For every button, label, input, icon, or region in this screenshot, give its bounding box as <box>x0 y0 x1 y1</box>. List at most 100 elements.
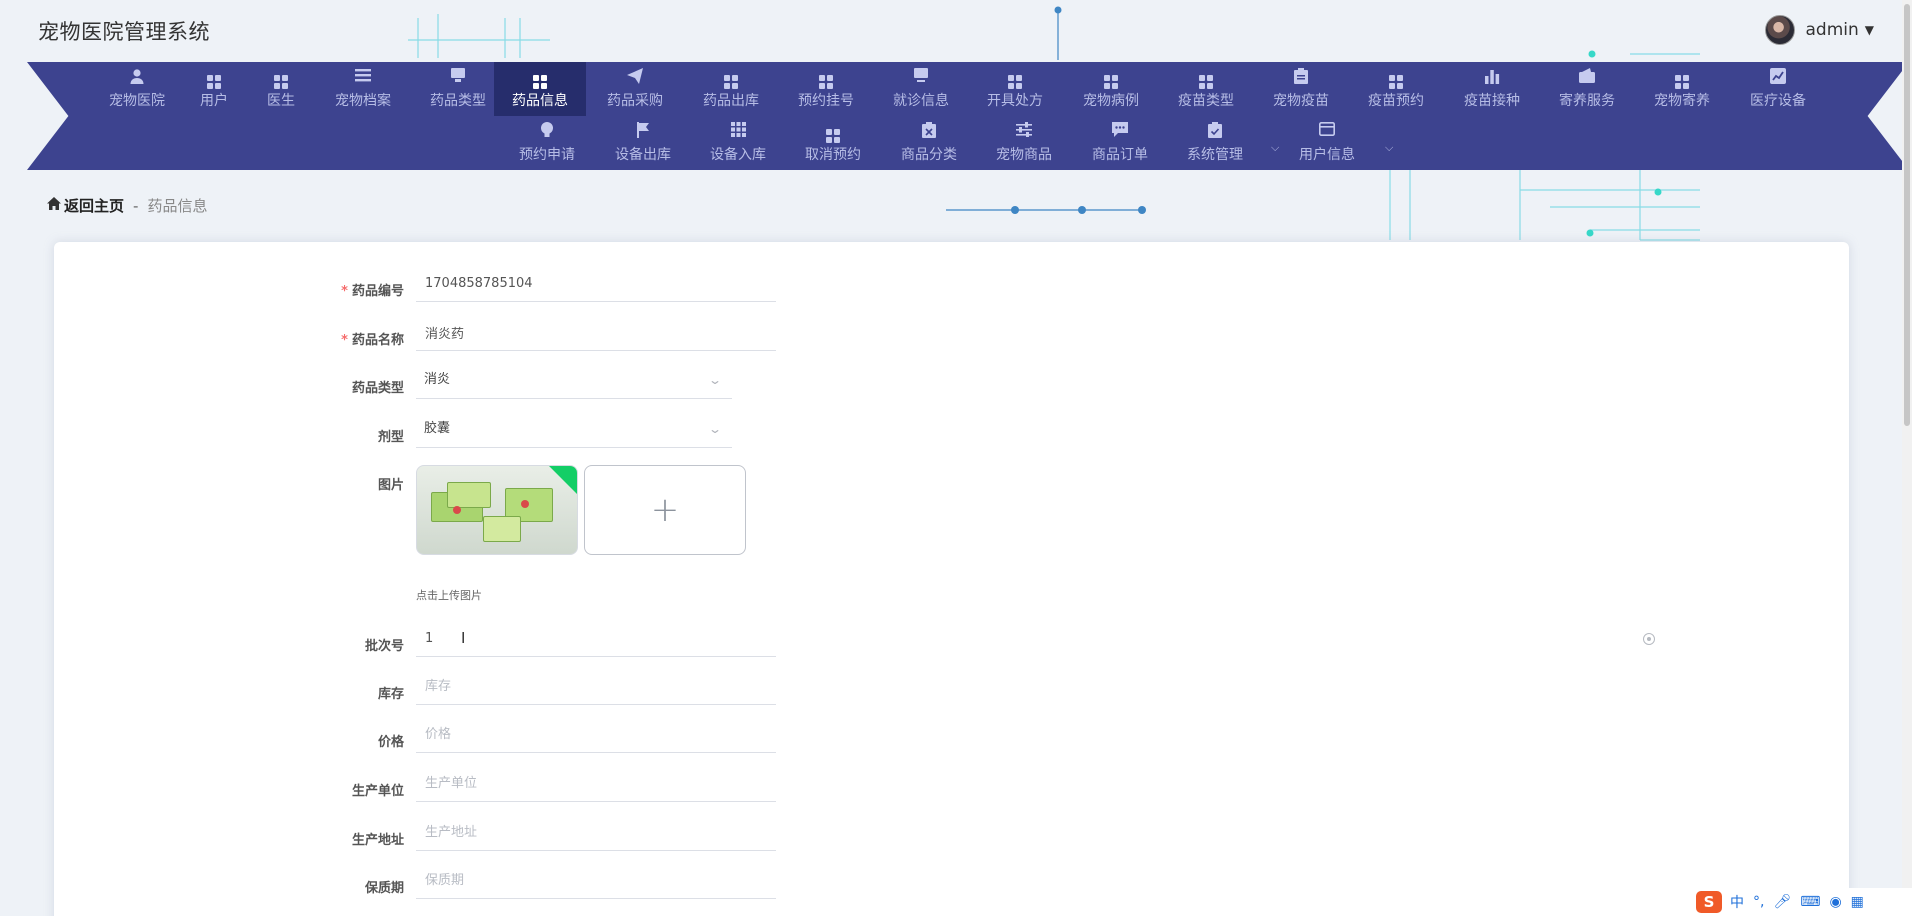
maker-input[interactable] <box>416 766 776 802</box>
address-input[interactable] <box>416 815 776 851</box>
nav-item-pet-vaccines[interactable]: 宠物疫苗 <box>1255 62 1347 116</box>
chevron-down-icon[interactable]: ⌵ <box>1271 141 1279 155</box>
nav-item-doctors[interactable]: 医生 <box>255 62 307 116</box>
sogou-logo-icon[interactable]: S <box>1696 891 1722 913</box>
grid-icon <box>724 68 738 89</box>
package-dot <box>521 500 529 508</box>
drug-type-select[interactable]: 消炎 ⌄ <box>416 363 732 399</box>
chevron-down-icon: ⌄ <box>707 373 723 387</box>
grid-icon <box>1199 68 1213 89</box>
app-title: 宠物医院管理系统 <box>38 20 210 44</box>
nav-item-vaccine-types[interactable]: 疫苗类型 <box>1160 62 1252 116</box>
type-label: 药品类型 <box>351 381 404 396</box>
nav-item-boarding-service[interactable]: 寄养服务 <box>1541 62 1633 116</box>
nav-item-equipment-inbound[interactable]: 设备入库 <box>692 116 784 170</box>
clear-icon[interactable] <box>1643 633 1655 645</box>
uploaded-image-thumbnail[interactable] <box>416 465 578 555</box>
microphone-icon[interactable]: 🎤︎ <box>1773 894 1791 910</box>
grid-icon <box>1389 68 1403 89</box>
nav-item-product-orders[interactable]: 商品订单 <box>1074 116 1166 170</box>
nav-item-visit-info[interactable]: 就诊信息 <box>875 62 967 116</box>
drug-name-input[interactable] <box>416 315 776 351</box>
nav-item-product-category[interactable]: 商品分类 <box>883 116 975 170</box>
nav-row-2: 预约申请 设备出库 设备入库 取消预约 商品分类 宠物商品 商品订单 系统管理 … <box>27 116 1909 170</box>
clipboard-icon <box>1294 68 1308 86</box>
nav-item-user-info[interactable]: 用户信息 <box>1281 116 1373 170</box>
nav-row-1: 宠物医院 用户 医生 宠物档案 药品类型 药品信息 药品采购 药品出库 预约挂号… <box>27 62 1909 116</box>
grid-icon <box>533 68 547 89</box>
breadcrumb-separator: - <box>133 196 139 215</box>
chevron-down-icon: ⌄ <box>707 422 723 436</box>
nav-item-cancel-appointment[interactable]: 取消预约 <box>787 116 879 170</box>
grid-icon <box>1008 68 1022 89</box>
send-icon <box>627 68 643 86</box>
home-icon[interactable] <box>47 197 61 214</box>
nav-label: 宠物病例 <box>1083 93 1139 109</box>
batch-number-input[interactable] <box>416 621 776 657</box>
plus-icon: + <box>650 490 680 530</box>
nav-label: 就诊信息 <box>893 93 949 109</box>
nav-label: 疫苗类型 <box>1178 93 1234 109</box>
wallet-icon <box>1579 68 1595 86</box>
name-label-text: 药品名称 <box>351 333 404 348</box>
nav-label: 药品信息 <box>512 93 568 109</box>
form-panel: *药品编号 *药品名称 药品类型 消炎 ⌄ 剂型 胶囊 ⌄ 图片 + 点击上传图… <box>54 242 1849 916</box>
keyboard-icon[interactable]: ⌨ <box>1800 894 1820 910</box>
shelf-life-input[interactable] <box>416 863 776 899</box>
nav-label: 疫苗预约 <box>1368 93 1424 109</box>
package-shape <box>447 482 491 508</box>
nav-label: 商品订单 <box>1092 147 1148 163</box>
image-label: 图片 <box>377 478 404 493</box>
nav-item-pet-hospital[interactable]: 宠物医院 <box>89 62 185 116</box>
dosage-select[interactable]: 胶囊 ⌄ <box>416 412 732 448</box>
nav-item-prescription[interactable]: 开具处方 <box>969 62 1061 116</box>
line-chart-icon <box>1770 68 1786 86</box>
dosage-value: 胶囊 <box>424 421 451 436</box>
scrollbar-thumb[interactable] <box>1904 4 1910 426</box>
breadcrumb-home-link[interactable]: 返回主页 <box>64 195 124 216</box>
ime-punctuation-toggle[interactable]: °, <box>1753 894 1764 910</box>
nav-item-system-management[interactable]: 系统管理 <box>1169 116 1261 170</box>
drug-code-input[interactable] <box>416 266 776 302</box>
nav-item-medical-equipment[interactable]: 医疗设备 <box>1732 62 1824 116</box>
image-upload-button[interactable]: + <box>584 465 746 555</box>
nav-item-appointment-request[interactable]: 预约申请 <box>501 116 593 170</box>
nav-label: 系统管理 <box>1187 147 1243 163</box>
nav-item-drug-purchase[interactable]: 药品采购 <box>589 62 681 116</box>
nav-item-drug-info[interactable]: 药品信息 <box>494 62 586 116</box>
nav-item-equipment-outbound[interactable]: 设备出库 <box>597 116 689 170</box>
nav-label: 宠物疫苗 <box>1273 93 1329 109</box>
stock-input[interactable] <box>416 669 776 705</box>
stock-label: 库存 <box>377 687 404 702</box>
apps-icon[interactable]: ▦ <box>1851 894 1864 910</box>
nav-item-appointment[interactable]: 预约挂号 <box>780 62 872 116</box>
bar-chart-icon <box>1484 68 1500 86</box>
nav-item-pet-products[interactable]: 宠物商品 <box>978 116 1070 170</box>
grid-icon <box>1675 68 1689 89</box>
nav-item-vaccine-appointment[interactable]: 疫苗预约 <box>1350 62 1442 116</box>
nav-item-pet-cases[interactable]: 宠物病例 <box>1065 62 1157 116</box>
nav-label: 宠物档案 <box>335 93 391 109</box>
batch-label: 批次号 <box>364 639 404 654</box>
page-scrollbar[interactable] <box>1902 0 1912 916</box>
chat-icon <box>1112 122 1128 140</box>
ime-language-toggle[interactable]: 中 <box>1730 892 1744 912</box>
nav-item-pet-boarding[interactable]: 宠物寄养 <box>1636 62 1728 116</box>
nav-item-drug-types[interactable]: 药品类型 <box>413 62 503 116</box>
text-cursor-icon: I <box>461 629 466 647</box>
upload-hint: 点击上传图片 <box>416 589 482 602</box>
skin-icon[interactable]: ◉ <box>1829 894 1841 910</box>
nav-label: 开具处方 <box>987 93 1043 109</box>
nav-item-drug-outbound[interactable]: 药品出库 <box>685 62 777 116</box>
user-menu[interactable]: admin ▼ <box>1765 15 1874 45</box>
clipboard-x-icon <box>922 122 936 140</box>
chevron-down-icon[interactable]: ⌵ <box>1385 141 1393 155</box>
nav-label: 疫苗接种 <box>1464 93 1520 109</box>
nav-item-vaccination[interactable]: 疫苗接种 <box>1446 62 1538 116</box>
ime-toolbar: S 中 °, 🎤︎ ⌨ ◉ ▦ <box>1690 888 1912 916</box>
nav-item-pet-records[interactable]: 宠物档案 <box>317 62 409 116</box>
nav-label: 预约挂号 <box>798 93 854 109</box>
nav-item-users[interactable]: 用户 <box>189 62 239 116</box>
grid-icon <box>274 68 288 89</box>
price-input[interactable] <box>416 717 776 753</box>
